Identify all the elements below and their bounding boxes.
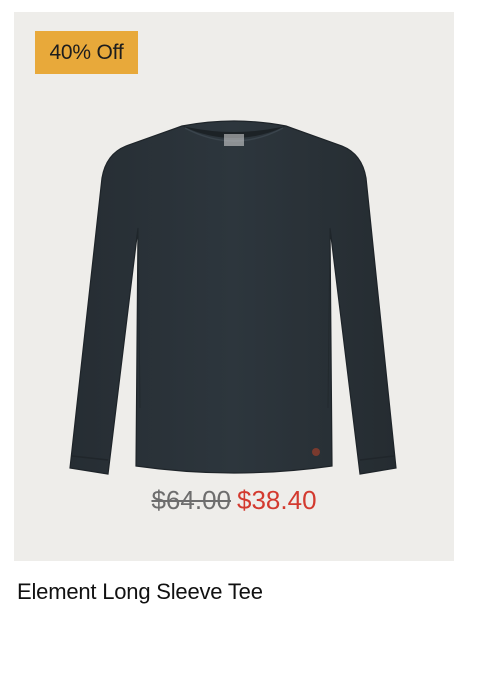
sale-price: $38.40 — [237, 485, 317, 515]
discount-badge: 40% Off — [35, 31, 138, 74]
long-sleeve-shirt-icon[interactable] — [64, 108, 404, 480]
price-row: $64.00 $38.40 — [14, 482, 454, 518]
product-image-panel[interactable]: 40% Off $64.00 $38.40 — [14, 12, 454, 561]
product-card[interactable]: 40% Off $64.00 $38.40 Element Long Sleev… — [0, 0, 500, 689]
original-price: $64.00 — [151, 485, 231, 515]
product-title[interactable]: Element Long Sleeve Tee — [17, 576, 263, 608]
